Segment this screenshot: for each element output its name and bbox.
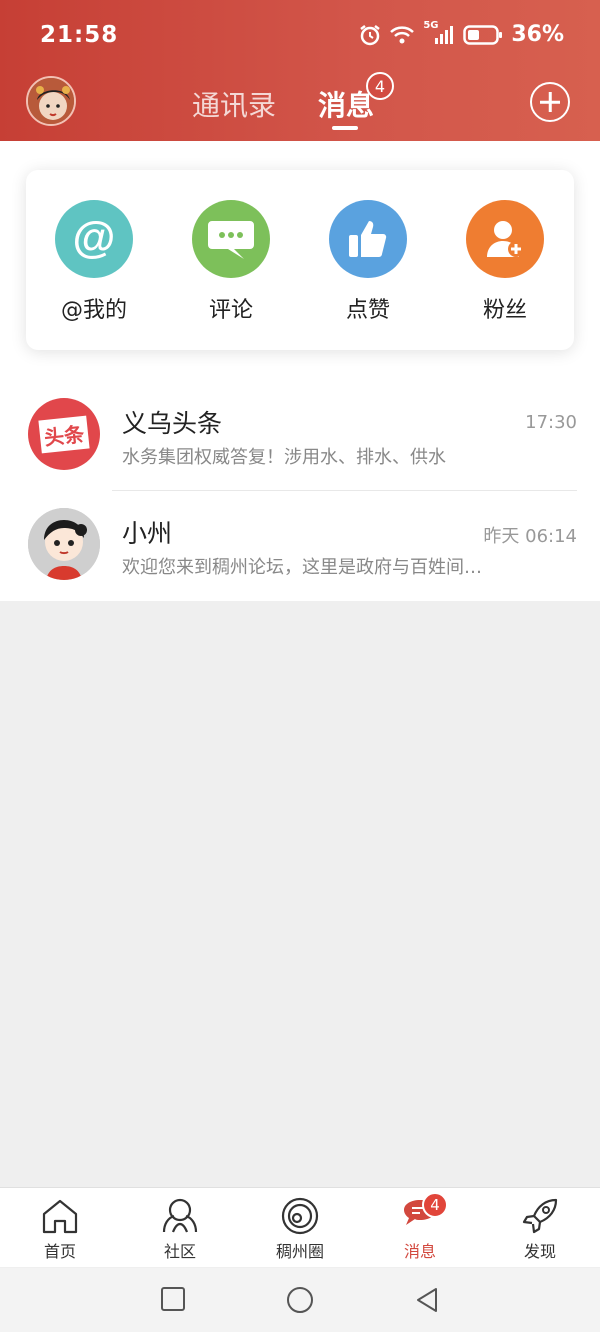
rocket-icon [520, 1196, 560, 1236]
circle-icon [280, 1196, 320, 1236]
wifi-icon [389, 25, 415, 45]
tab-badge: 4 [422, 1192, 448, 1218]
quick-action-mentions[interactable]: @ @我的 [39, 200, 149, 324]
tab-home[interactable]: 首页 [0, 1188, 120, 1268]
message-icon: 4 [400, 1192, 448, 1236]
network-type: 5G [423, 19, 439, 31]
quick-action-label: 点赞 [345, 298, 390, 323]
quick-action-comments[interactable]: 评论 [176, 200, 286, 324]
tab-contacts[interactable]: 通讯录 [192, 84, 276, 124]
plus-circle-icon[interactable] [530, 82, 570, 122]
add-follower-icon [466, 200, 544, 278]
message-sender: 义乌头条 [122, 409, 223, 438]
thumbs-up-icon [329, 200, 407, 278]
avatar: 头条 [28, 398, 100, 470]
tab-label: 消息 [403, 1242, 436, 1261]
tab-discover[interactable]: 发现 [480, 1188, 600, 1268]
tab-messages-bottom[interactable]: 4 消息 [360, 1188, 480, 1268]
tab-label: 首页 [43, 1242, 76, 1261]
quick-action-followers[interactable]: 粉丝 [450, 200, 560, 324]
tab-label: 社区 [163, 1242, 196, 1261]
comment-icon [192, 200, 270, 278]
status-icons: 5G 36% [359, 20, 564, 47]
message-item-xiaozhou[interactable]: 小州 欢迎您来到稠州论坛，这里是政府与百姓间… 昨天 06:14 [0, 492, 600, 602]
avatar [28, 508, 100, 580]
message-preview: 水务集团权威答复！涉用水、排水、供水 [122, 447, 446, 468]
quick-action-label: @我的 [60, 298, 127, 323]
message-sender: 小州 [122, 519, 173, 548]
quick-action-label: 粉丝 [482, 298, 527, 323]
quick-action-likes[interactable]: 点赞 [313, 200, 423, 324]
battery-percent: 36% [511, 22, 564, 47]
home-button[interactable] [286, 1286, 314, 1318]
message-time: 昨天 06:14 [483, 526, 577, 547]
top-nav: 通讯录 消息 4 [0, 72, 600, 141]
status-bar: 21:58 5G 36% [0, 0, 600, 72]
system-nav-bar [0, 1268, 600, 1332]
alarm-icon [359, 24, 381, 46]
signal-icon: 5G [423, 20, 455, 46]
tab-label: 发现 [523, 1242, 556, 1261]
svg-text:@: @ [73, 216, 116, 262]
app-header: 21:58 5G 36% 通讯录 消息 4 [0, 0, 600, 141]
quick-actions-card: @ @我的 评论 点赞 粉丝 [26, 170, 574, 350]
home-icon [40, 1196, 80, 1236]
recent-apps-button[interactable] [160, 1286, 186, 1316]
messages-badge: 4 [366, 72, 394, 100]
list-divider [112, 490, 577, 491]
tab-community[interactable]: 社区 [120, 1188, 240, 1268]
community-icon [160, 1196, 200, 1236]
back-button[interactable] [414, 1286, 440, 1318]
tab-circle[interactable]: 稠州圈 [240, 1188, 360, 1268]
active-tab-indicator [332, 126, 358, 130]
message-time: 17:30 [525, 412, 577, 433]
status-time: 21:58 [40, 22, 119, 48]
tab-label: 稠州圈 [275, 1242, 324, 1261]
message-item-yiwu[interactable]: 头条 义乌头条 水务集团权威答复！涉用水、排水、供水 17:30 [0, 382, 600, 492]
quick-action-label: 评论 [208, 298, 253, 323]
at-icon: @ [55, 200, 133, 278]
bottom-tab-bar: 首页 社区 稠州圈 4 消息 发现 [0, 1187, 600, 1267]
battery-icon [463, 24, 503, 46]
avatar-logo-text: 头条 [43, 421, 86, 450]
user-avatar[interactable] [26, 76, 76, 126]
message-preview: 欢迎您来到稠州论坛，这里是政府与百姓间… [122, 557, 482, 578]
